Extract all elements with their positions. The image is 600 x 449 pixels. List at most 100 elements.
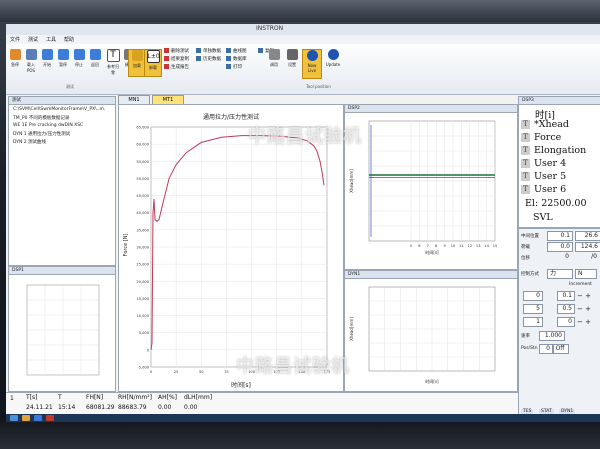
text-t-icon: T xyxy=(106,49,120,62)
menu-tools[interactable]: 工具 xyxy=(46,36,56,43)
x-tick-label: 6 xyxy=(418,244,421,248)
monitor-top-bezel xyxy=(0,0,600,22)
pause-button[interactable]: 暂停 xyxy=(56,49,70,75)
copy-result-item[interactable]: 结果复制 xyxy=(164,56,189,62)
history-data-label: 历史数据 xyxy=(203,57,221,62)
load-pos-button[interactable]: 载入POS xyxy=(24,49,38,75)
minus-plus-icon[interactable]: − + xyxy=(577,318,591,326)
play-icon xyxy=(41,49,53,60)
minus-plus-icon[interactable]: − + xyxy=(577,292,591,300)
rate-field[interactable]: 1.000 xyxy=(539,331,565,341)
dsp2-panel: DSP2 5 6 7 8 9 10 11 12 13 14 15 Xhead[mm] 时间[s] xyxy=(344,104,518,270)
single-data-item[interactable]: 单独数据 xyxy=(196,48,221,54)
app-icon[interactable] xyxy=(46,415,54,421)
main-chart-panel: 通用拉力/压力性测试 Force [N] 时间[s] -5,000 0 5,000 1… xyxy=(118,104,344,392)
history-data-item[interactable]: 历史数据 xyxy=(196,56,221,62)
tree-item[interactable]: DYN 2 测试曲线 xyxy=(13,139,46,145)
step-field[interactable]: 5 xyxy=(523,304,543,314)
now-live-button[interactable]: Now Live xyxy=(302,49,322,79)
taskbar xyxy=(6,414,600,422)
tree-item[interactable]: C:\SVM\Cell\SwmMonitorFrame\V_PX\..m. xyxy=(13,107,105,112)
display-row-user6[interactable]: T User 6 xyxy=(521,184,566,195)
y-tick-label: 15,000 xyxy=(136,297,149,301)
y-tick-label: 65,000 xyxy=(136,126,149,130)
rate-label: 速率 xyxy=(521,334,530,339)
x-tick-label: 7 xyxy=(427,244,429,248)
increment-field[interactable]: 0 xyxy=(557,317,575,327)
dsp1-title: DSP1 xyxy=(9,267,115,275)
display-row-force[interactable]: T Force xyxy=(521,132,561,143)
return-icon xyxy=(89,49,101,60)
display-row-user4[interactable]: T User 4 xyxy=(521,158,566,169)
stop-icon xyxy=(9,49,21,60)
report-item[interactable]: 生成报告 xyxy=(164,64,189,70)
main-chart-ylabel: Force [N] xyxy=(123,234,129,257)
settings-button[interactable]: 设置 xyxy=(284,49,300,75)
text-t-icon: T xyxy=(521,120,530,129)
x-tick-label: 14 xyxy=(484,244,489,248)
dsp1-panel: DSP1 xyxy=(8,266,116,392)
menu-test[interactable]: 测试 xyxy=(28,36,38,43)
x-tick-label: 100 xyxy=(248,370,256,374)
unload-button[interactable]: L±0 卸载 xyxy=(144,49,162,77)
mode-select[interactable]: 力 xyxy=(547,269,573,279)
curve-item[interactable]: 曲线图 xyxy=(226,48,247,54)
y-tick-label: 50,000 xyxy=(136,177,149,181)
browser-icon[interactable] xyxy=(34,415,42,421)
menu-help[interactable]: 帮助 xyxy=(64,36,74,43)
text-t-icon: T xyxy=(521,133,530,142)
pos-field[interactable]: 0 xyxy=(539,344,553,354)
col-header: T xyxy=(58,394,62,401)
start-label: 开始 xyxy=(43,62,51,67)
x-tick-label: 125 xyxy=(273,370,280,374)
menu-file[interactable]: 文件 xyxy=(10,36,20,43)
unit-select[interactable]: N xyxy=(575,269,597,279)
y-tick-label: 40,000 xyxy=(136,211,149,215)
ctrl-value-field[interactable]: 124.6 xyxy=(575,242,600,252)
tree-item[interactable]: WE 1E Pre cracking dwDIN XSC xyxy=(13,123,83,128)
step-field[interactable]: 0 xyxy=(523,291,543,301)
lxq-icon: L±0 xyxy=(146,50,160,63)
y-tick-label: 55,000 xyxy=(136,160,149,164)
print-item[interactable]: 打印 xyxy=(226,64,242,70)
start-icon[interactable] xyxy=(10,415,18,421)
table-cell: 24.11.21 xyxy=(26,404,53,411)
tree-item[interactable]: DYN 1 通用拉力/压力性测试 xyxy=(13,131,70,137)
main-chart-title: 通用拉力/压力性测试 xyxy=(203,113,259,121)
folder-icon[interactable] xyxy=(22,415,30,421)
display-row-xhead[interactable]: T *Xhead xyxy=(521,119,569,130)
update-button[interactable]: Update xyxy=(324,49,342,75)
off-button[interactable]: Off xyxy=(553,344,569,354)
zero-button[interactable]: T 参考归零 xyxy=(106,49,120,75)
increment-field[interactable]: 0.5 xyxy=(557,304,575,314)
dyn1-panel: DYN1 Xhead[mm] 时间[s] xyxy=(344,270,518,392)
y-tick-label: 10,000 xyxy=(136,314,149,318)
start-button[interactable]: 开始 xyxy=(40,49,54,75)
y-tick-label: 20,000 xyxy=(136,280,149,284)
table-cell: 0.00 xyxy=(184,404,198,411)
text-t-icon: T xyxy=(521,159,530,168)
call-button[interactable]: 调用 xyxy=(266,49,282,75)
table-cell: 15:14 xyxy=(58,404,76,411)
display-row-user5[interactable]: T User 5 xyxy=(521,171,566,182)
step-field[interactable]: 1 xyxy=(523,317,543,327)
delete-test-item[interactable]: 删除测试 xyxy=(164,48,189,54)
return-button[interactable]: 返回 xyxy=(88,49,102,75)
settings-label: 设置 xyxy=(288,62,296,67)
emergency-stop-button[interactable]: 急停 xyxy=(8,49,22,75)
increment-field[interactable]: 0.1 xyxy=(557,291,575,301)
database-item[interactable]: 数据库 xyxy=(226,56,247,62)
ctrl-value-field[interactable]: 0.0 xyxy=(547,242,573,252)
ctrl-value-field[interactable]: 26.6 xyxy=(575,231,600,241)
col-header: dLH[mm] xyxy=(184,394,213,401)
ctrl-value-field[interactable]: 0.1 xyxy=(547,231,573,241)
y-tick-label: 25,000 xyxy=(136,263,149,267)
x-tick-label: 10 xyxy=(451,244,456,248)
display-row-elongation[interactable]: T Elongation xyxy=(521,145,586,156)
y-tick-label: 30,000 xyxy=(136,246,149,250)
database-label: 数据库 xyxy=(233,57,247,62)
stop-button[interactable]: 停止 xyxy=(72,49,86,75)
update-icon xyxy=(327,49,339,60)
minus-plus-icon[interactable]: − + xyxy=(577,305,591,313)
tree-item[interactable]: TM_P0 不同的模板数据记录 xyxy=(13,115,69,121)
